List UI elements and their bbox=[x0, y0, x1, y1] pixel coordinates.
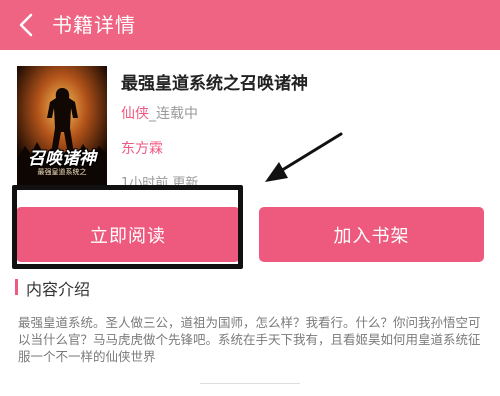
annotation-highlight-box bbox=[12, 185, 243, 269]
book-title: 最强皇道系统之召唤诸神 bbox=[121, 74, 308, 94]
back-arrow-icon[interactable] bbox=[14, 12, 40, 38]
page-title: 书籍详情 bbox=[52, 13, 136, 37]
more-divider bbox=[200, 383, 300, 396]
cover-subtitle: 最强皇道系统之 bbox=[37, 168, 87, 176]
author-link[interactable]: 东方霖 bbox=[121, 138, 163, 158]
book-status-line: 仙侠_连载中 bbox=[121, 103, 198, 123]
app-header: 书籍详情 bbox=[0, 0, 500, 50]
book-description: 最强皇道系统。圣人做三公，道祖为国师，怎么样？我看行。什么？你问我孙悟空可以当什… bbox=[18, 315, 481, 364]
serial-status: _连载中 bbox=[149, 106, 198, 122]
annotation-arrow-icon bbox=[265, 132, 343, 182]
intro-section-title: 内容介绍 bbox=[26, 280, 91, 299]
section-marker bbox=[15, 279, 18, 295]
genre-link[interactable]: 仙侠 bbox=[121, 106, 149, 122]
cover-title: 召唤诸神 bbox=[28, 149, 96, 169]
add-to-shelf-button[interactable]: 加入书架 bbox=[259, 207, 484, 262]
book-cover[interactable]: 召唤诸神 最强皇道系统之 bbox=[17, 66, 107, 186]
